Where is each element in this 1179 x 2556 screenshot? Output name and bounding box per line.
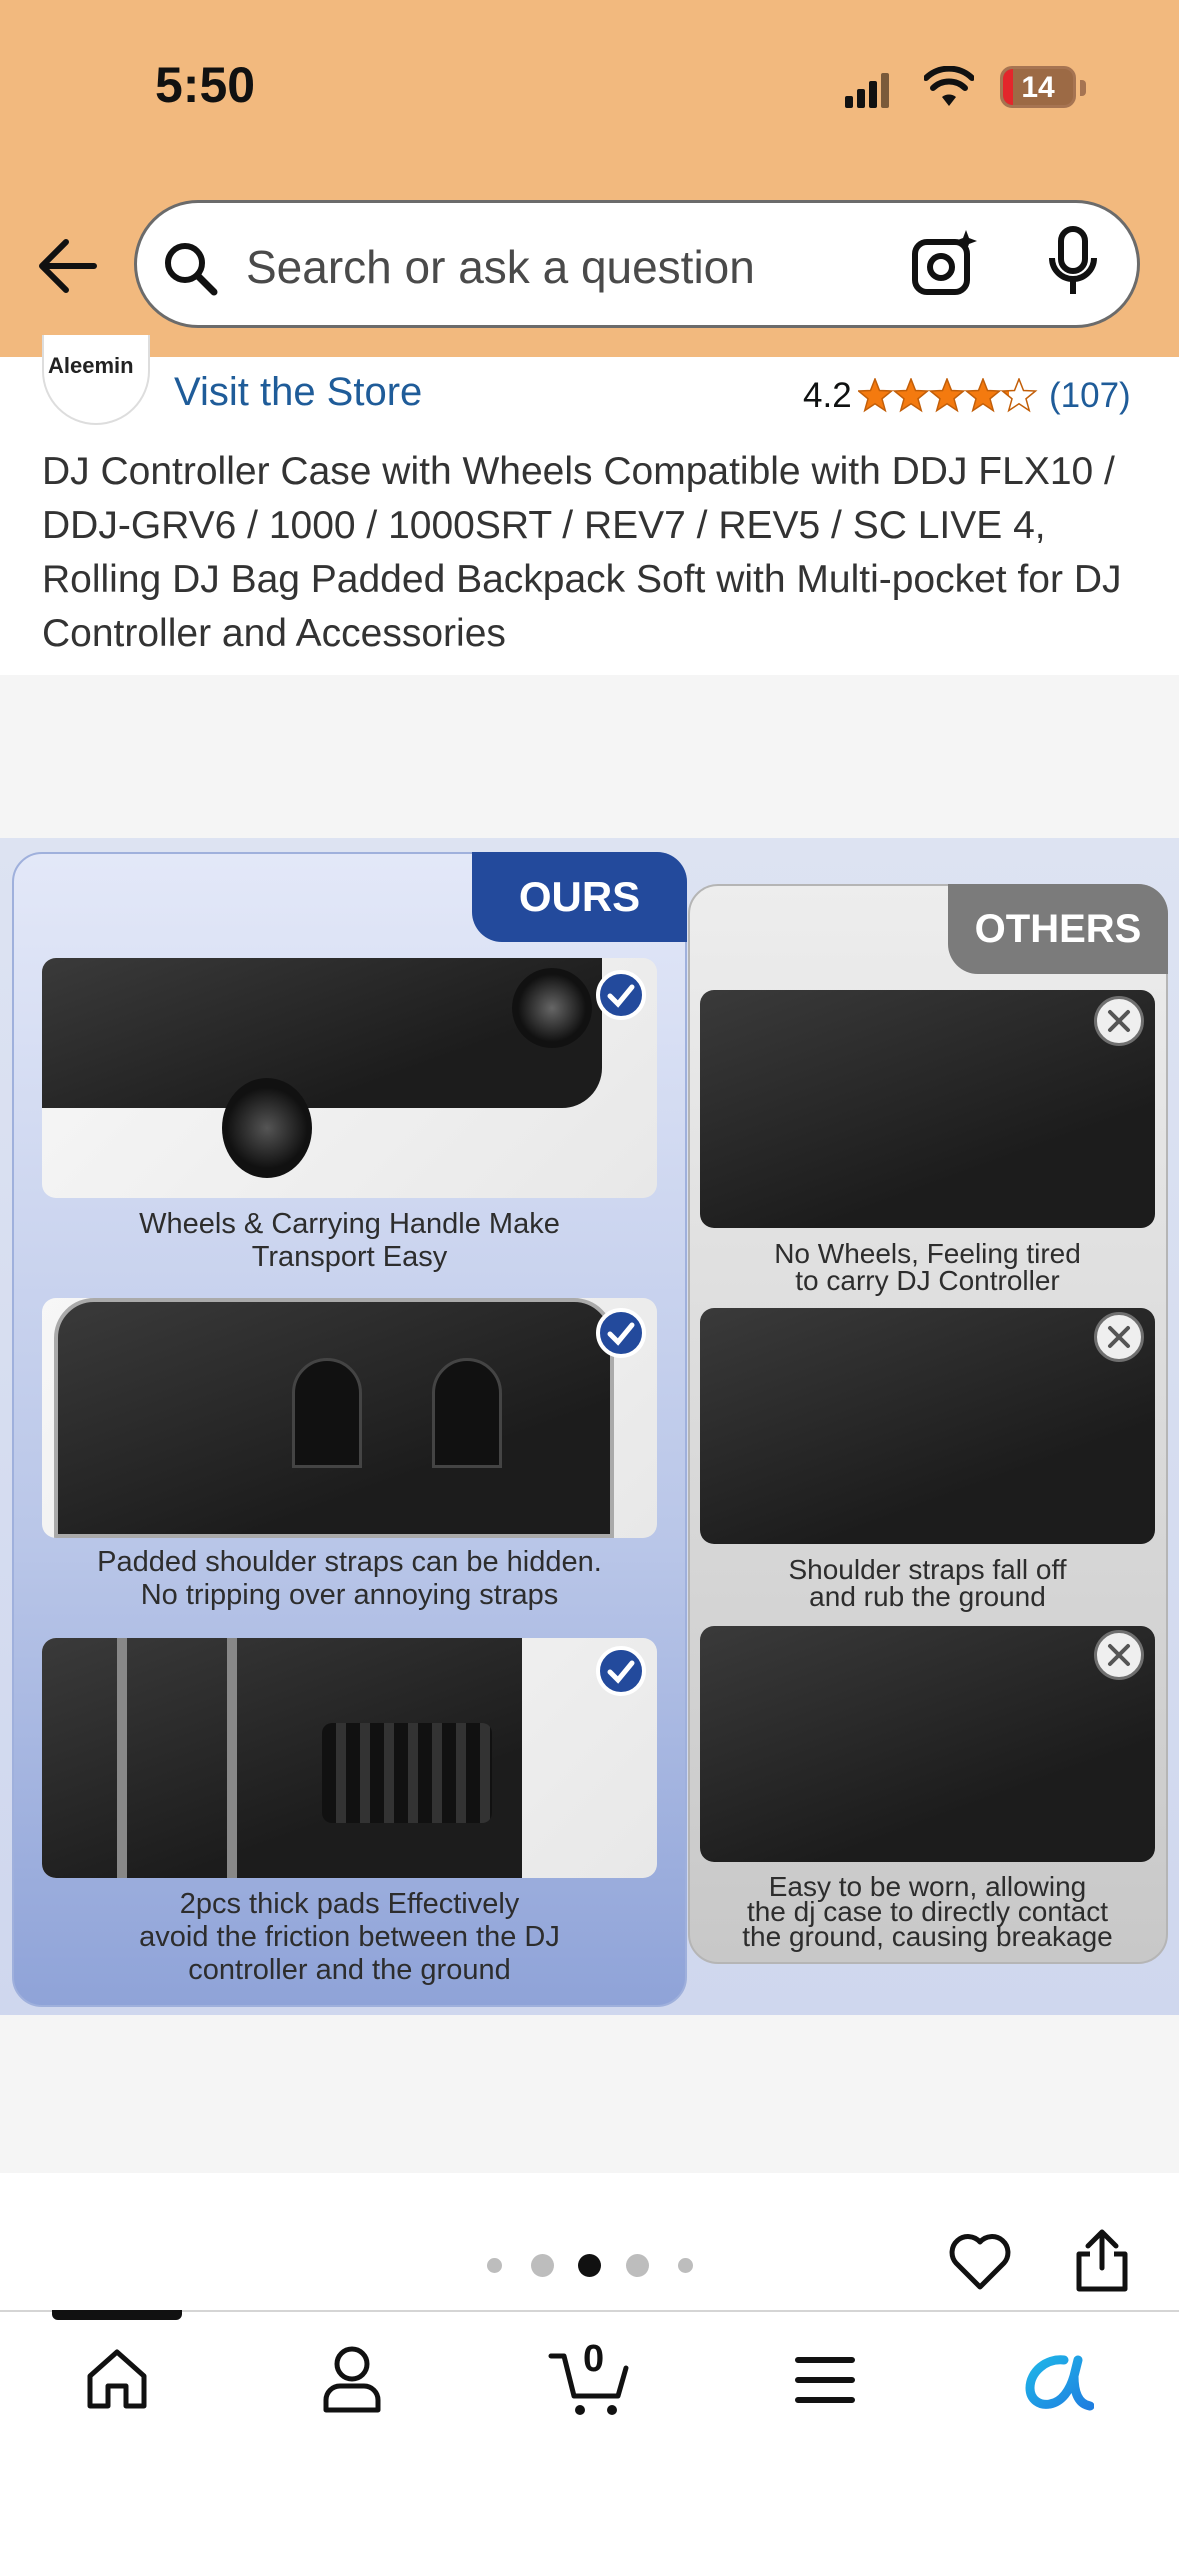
account-icon[interactable] [320,2344,384,2414]
back-arrow-icon[interactable] [36,238,98,294]
x-icon [1094,1630,1144,1680]
microphone-icon[interactable] [1048,226,1098,298]
ours-caption-3: 2pcs thick pads Effectively avoid the fr… [139,1888,560,1986]
cart-count: 0 [583,2338,605,2380]
star-icon [858,378,893,412]
carousel-dot[interactable] [678,2258,693,2273]
home-icon[interactable] [84,2346,150,2412]
x-icon [1094,1312,1144,1362]
star-icon [965,378,1001,412]
others-tag: OTHERS [948,884,1168,974]
x-icon [1094,996,1144,1046]
visit-store-link[interactable]: Visit the Store [174,370,422,415]
heart-icon[interactable] [948,2232,1012,2292]
check-icon [596,1308,646,1358]
carousel-dot[interactable] [487,2258,502,2273]
ours-caption-1: Wheels & Carrying Handle Make Transport … [139,1208,560,1273]
others-caption-1: No Wheels, Feeling tired to carry DJ Con… [774,1238,1081,1296]
check-icon [596,1646,646,1696]
search-placeholder: Search or ask a question [246,241,755,293]
carousel-dot[interactable] [626,2254,649,2277]
rating-count-link[interactable]: (107) [1049,376,1131,416]
star-partial-icon [1001,378,1037,412]
cellular-signal-icon [845,73,889,108]
search-icon [165,243,218,296]
star-rating[interactable] [858,378,1038,416]
active-tab-indicator [52,2310,182,2320]
ours-photo-pads [42,1638,657,1878]
product-image[interactable]: OURS OTHERS Wheels & Carrying Handle Mak… [0,838,1179,2015]
others-caption-3: Easy to be worn, allowing the dj case to… [742,1871,1113,1952]
ours-photo-wheels [42,958,657,1198]
carousel-dot-active[interactable] [578,2254,601,2277]
check-icon [596,970,646,1020]
others-photo-ground [700,1626,1155,1862]
star-icon [893,378,929,412]
image-gallery-padding [0,2015,1179,2173]
others-photo-no-wheels [700,990,1155,1228]
ours-caption-2: Padded shoulder straps can be hidden. No… [97,1546,602,1611]
ours-photo-straps [42,1298,657,1538]
battery-indicator: 14 [1000,66,1076,108]
wifi-icon [924,66,974,106]
others-caption-2: Shoulder straps fall off and rub the gro… [788,1554,1067,1612]
menu-icon[interactable] [794,2354,856,2406]
status-time: 5:50 [155,57,256,113]
rufus-icon[interactable] [1024,2350,1094,2412]
store-logo[interactable]: Aleemin [42,335,150,425]
ours-tag: OURS [472,852,687,942]
star-icon [929,378,965,412]
others-photo-straps [700,1308,1155,1544]
product-title: DJ Controller Case with Wheels Compatibl… [42,450,1122,655]
carousel-dot[interactable] [531,2254,554,2277]
camera-icon[interactable] [910,228,980,298]
share-icon[interactable] [1074,2228,1130,2294]
image-gallery-padding [0,675,1179,838]
rating-value: 4.2 [803,376,852,415]
header: 5:50 14 Search or ask a question [0,0,1179,357]
